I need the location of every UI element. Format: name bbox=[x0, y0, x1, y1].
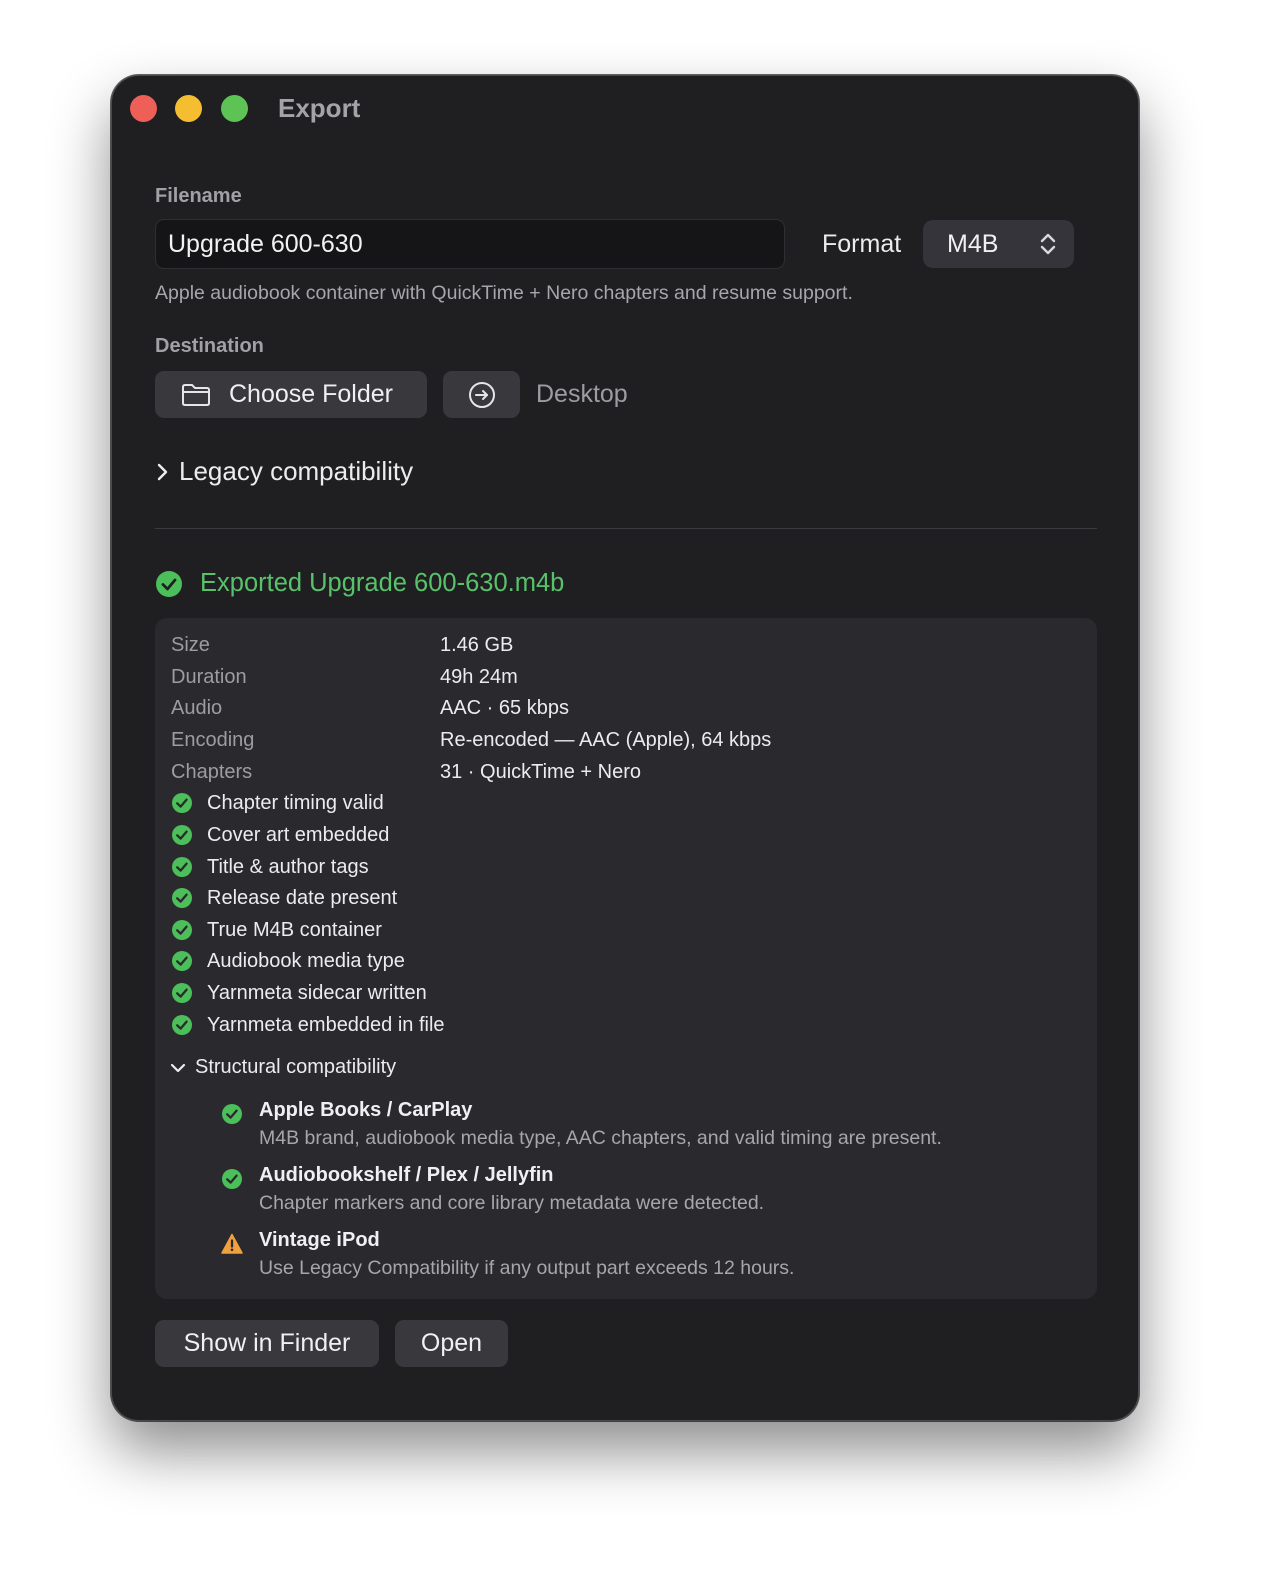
check-item: Yarnmeta sidecar written bbox=[171, 979, 427, 1007]
check-label: Audiobook media type bbox=[207, 949, 405, 972]
detail-row-encoding: Encoding Re-encoded — AAC (Apple), 64 kb… bbox=[171, 726, 771, 754]
export-details-panel: Size 1.46 GB Duration 49h 24m Audio AAC … bbox=[155, 618, 1097, 1299]
export-window: Export Filename Format M4B Apple audiobo… bbox=[111, 75, 1139, 1421]
show-in-finder-button[interactable]: Show in Finder bbox=[155, 1320, 379, 1367]
format-select[interactable]: M4B bbox=[923, 220, 1074, 268]
close-window-button[interactable] bbox=[130, 95, 157, 122]
detail-key: Chapters bbox=[171, 760, 253, 783]
detail-value: 31 · QuickTime + Nero bbox=[440, 760, 641, 783]
compat-description: Chapter markers and core library metadat… bbox=[259, 1192, 765, 1214]
destination-path: Desktop bbox=[536, 380, 628, 408]
export-status-message: Exported Upgrade 600-630.m4b bbox=[200, 569, 565, 597]
detail-key: Encoding bbox=[171, 728, 255, 751]
checkmark-circle-icon bbox=[221, 1103, 243, 1125]
detail-row-audio: Audio AAC · 65 kbps bbox=[171, 694, 569, 722]
check-item: Title & author tags bbox=[171, 853, 369, 881]
check-item: Chapter timing valid bbox=[171, 789, 384, 817]
format-description: Apple audiobook container with QuickTime… bbox=[155, 282, 853, 304]
minimize-window-button[interactable] bbox=[175, 95, 202, 122]
format-label: Format bbox=[822, 230, 902, 258]
checkmark-circle-icon bbox=[171, 792, 193, 814]
folder-icon bbox=[181, 383, 211, 407]
filename-input[interactable] bbox=[155, 219, 785, 269]
detail-key: Audio bbox=[171, 696, 223, 719]
detail-value: 1.46 GB bbox=[440, 633, 514, 656]
format-value: M4B bbox=[947, 229, 999, 258]
section-divider bbox=[155, 528, 1097, 529]
legacy-compatibility-label: Legacy compatibility bbox=[179, 456, 414, 486]
detail-row-size: Size 1.46 GB bbox=[171, 631, 513, 659]
check-item: Release date present bbox=[171, 884, 397, 912]
check-label: Chapter timing valid bbox=[207, 791, 384, 814]
check-item: Cover art embedded bbox=[171, 821, 389, 849]
check-label: Yarnmeta embedded in file bbox=[207, 1013, 445, 1036]
detail-row-duration: Duration 49h 24m bbox=[171, 663, 518, 691]
checkmark-circle-icon bbox=[171, 856, 193, 878]
detail-value: Re-encoded — AAC (Apple), 64 kbps bbox=[440, 728, 772, 751]
compat-title: Apple Books / CarPlay bbox=[259, 1099, 473, 1121]
detail-value: AAC · 65 kbps bbox=[440, 696, 569, 719]
window-title: Export bbox=[278, 93, 361, 123]
compat-description: Use Legacy Compatibility if any output p… bbox=[259, 1257, 795, 1279]
detail-value: 49h 24m bbox=[440, 665, 518, 688]
check-label: Title & author tags bbox=[207, 855, 369, 878]
checkmark-circle-icon bbox=[171, 1014, 193, 1036]
chevron-down-icon bbox=[169, 1061, 187, 1075]
compat-title: Vintage iPod bbox=[259, 1229, 380, 1251]
checkmark-circle-icon bbox=[171, 919, 193, 941]
warning-triangle-icon bbox=[221, 1233, 243, 1255]
chevron-right-icon bbox=[155, 462, 169, 482]
compat-title: Audiobookshelf / Plex / Jellyfin bbox=[259, 1164, 554, 1186]
checkmark-circle-icon bbox=[221, 1168, 243, 1190]
zoom-window-button[interactable] bbox=[221, 95, 248, 122]
check-label: Cover art embedded bbox=[207, 823, 390, 846]
checkmark-circle-icon bbox=[171, 887, 193, 909]
detail-row-chapters: Chapters 31 · QuickTime + Nero bbox=[171, 758, 641, 786]
destination-label: Destination bbox=[155, 335, 264, 357]
reveal-destination-button[interactable] bbox=[443, 371, 520, 418]
choose-folder-button[interactable]: Choose Folder bbox=[155, 371, 427, 418]
choose-folder-label: Choose Folder bbox=[229, 380, 393, 408]
checkmark-circle-icon bbox=[155, 570, 183, 598]
checkmark-circle-icon bbox=[171, 950, 193, 972]
filename-label: Filename bbox=[155, 185, 242, 207]
chevron-up-down-icon bbox=[1040, 232, 1056, 256]
check-label: Release date present bbox=[207, 886, 398, 909]
structural-compatibility-disclosure[interactable]: Structural compatibility bbox=[169, 1056, 396, 1079]
check-item: True M4B container bbox=[171, 916, 382, 944]
check-item: Yarnmeta embedded in file bbox=[171, 1011, 445, 1039]
check-label: Yarnmeta sidecar written bbox=[207, 981, 427, 1004]
export-status: Exported Upgrade 600-630.m4b bbox=[155, 569, 564, 598]
detail-key: Duration bbox=[171, 665, 247, 688]
arrow-right-circle-icon bbox=[468, 381, 496, 409]
checkmark-circle-icon bbox=[171, 824, 193, 846]
detail-key: Size bbox=[171, 633, 210, 656]
check-label: True M4B container bbox=[207, 918, 382, 941]
legacy-compatibility-disclosure[interactable]: Legacy compatibility bbox=[155, 456, 413, 487]
structural-compatibility-label: Structural compatibility bbox=[195, 1056, 397, 1078]
checkmark-circle-icon bbox=[171, 982, 193, 1004]
check-item: Audiobook media type bbox=[171, 947, 405, 975]
open-button[interactable]: Open bbox=[395, 1320, 508, 1367]
compat-description: M4B brand, audiobook media type, AAC cha… bbox=[259, 1127, 942, 1149]
